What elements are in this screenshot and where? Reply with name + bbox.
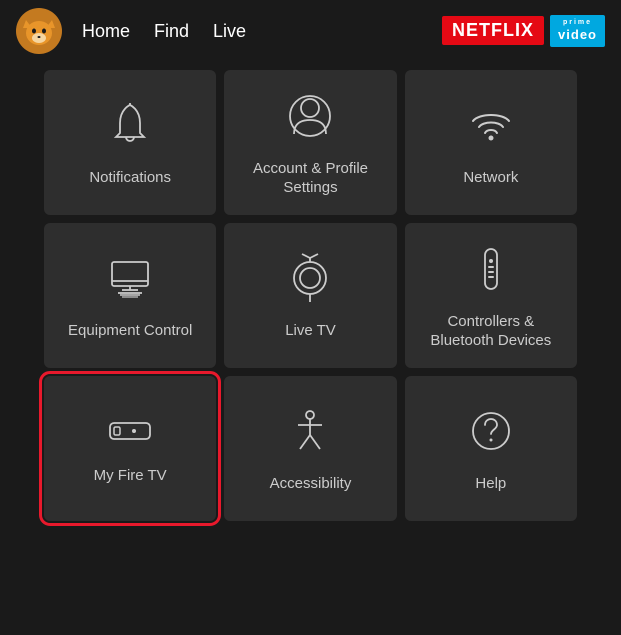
- top-navigation: Home Find Live NETFLIX prime video: [0, 0, 621, 62]
- person-icon: [284, 90, 336, 147]
- prime-video-badge[interactable]: prime video: [550, 15, 605, 47]
- notifications-label: Notifications: [89, 168, 171, 188]
- grid-item-controllers-bluetooth[interactable]: Controllers & Bluetooth Devices: [405, 223, 577, 368]
- grid-item-account-profile[interactable]: Account & Profile Settings: [224, 70, 396, 215]
- grid-item-help[interactable]: Help: [405, 376, 577, 521]
- grid-item-live-tv[interactable]: Live TV: [224, 223, 396, 368]
- nav-right-badges: NETFLIX prime video: [442, 15, 605, 47]
- equipment-control-label: Equipment Control: [68, 321, 192, 341]
- grid-item-equipment-control[interactable]: Equipment Control: [44, 223, 216, 368]
- firestick-icon: [104, 413, 156, 454]
- controllers-bluetooth-label: Controllers & Bluetooth Devices: [415, 312, 567, 351]
- grid-item-notifications[interactable]: Notifications: [44, 70, 216, 215]
- person-accessibility-icon: [284, 405, 336, 462]
- accessibility-label: Accessibility: [270, 474, 352, 494]
- prime-top-label: prime: [558, 19, 597, 27]
- account-profile-label: Account & Profile Settings: [234, 159, 386, 198]
- my-fire-tv-label: My Fire TV: [94, 466, 167, 486]
- netflix-badge[interactable]: NETFLIX: [442, 16, 544, 45]
- bell-icon: [104, 99, 156, 156]
- nav-find[interactable]: Find: [154, 21, 189, 42]
- grid-item-my-fire-tv[interactable]: My Fire TV: [44, 376, 216, 521]
- grid-item-network[interactable]: Network: [405, 70, 577, 215]
- settings-grid: Notifications Account & Profile Settings…: [0, 62, 621, 529]
- help-label: Help: [475, 474, 506, 494]
- nav-live[interactable]: Live: [213, 21, 246, 42]
- wifi-icon: [465, 99, 517, 156]
- antenna-icon: [284, 252, 336, 309]
- nav-links: Home Find Live: [82, 21, 422, 42]
- live-tv-label: Live TV: [285, 321, 336, 341]
- remote-icon: [465, 243, 517, 300]
- nav-home[interactable]: Home: [82, 21, 130, 42]
- monitor-icon: [104, 252, 156, 309]
- network-label: Network: [463, 168, 518, 188]
- grid-item-accessibility[interactable]: Accessibility: [224, 376, 396, 521]
- prime-bottom-label: video: [558, 27, 597, 43]
- avatar[interactable]: [16, 8, 62, 54]
- question-icon: [465, 405, 517, 462]
